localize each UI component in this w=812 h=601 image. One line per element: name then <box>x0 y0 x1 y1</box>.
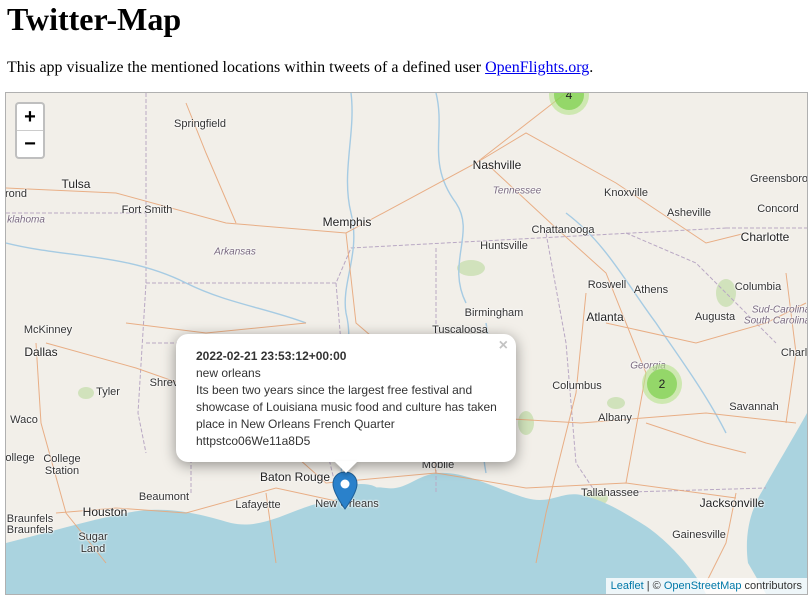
intro-text: This app visualize the mentioned locatio… <box>7 58 593 78</box>
popup-text: Its been two years since the largest fre… <box>196 383 497 448</box>
leaflet-link[interactable]: Leaflet <box>611 580 644 592</box>
attribution-separator: | © <box>643 580 664 592</box>
state-label-oklahoma: klahoma <box>7 214 45 226</box>
map-attribution: Leaflet | © OpenStreetMap contributors <box>605 578 807 594</box>
city-label-roswell: Roswell <box>587 279 627 291</box>
city-label-shrev: Shrev <box>149 377 179 389</box>
city-label-lafayette: Lafayette <box>235 499 281 511</box>
city-label-sugar-land: Sugar Land <box>78 531 108 555</box>
map[interactable]: Springfield Nashville Tennessee Greensbo… <box>5 92 808 595</box>
city-label-tallahassee: Tallahassee <box>580 487 640 499</box>
city-label-gainesville: Gainesville <box>672 529 726 541</box>
popup-place: new orleans <box>196 366 261 380</box>
intro-text-end: . <box>589 59 594 76</box>
zoom-control: + − <box>15 102 45 159</box>
city-label-waco: Waco <box>10 414 38 426</box>
city-label-charl: Charl <box>780 347 808 359</box>
popup-content: 2022-02-21 23:53:12+00:00 new orleans It… <box>196 348 502 450</box>
page-title: Twitter-Map <box>7 1 182 37</box>
state-label-arkansas: Arkansas <box>214 246 256 258</box>
city-label-braunfels-2: Braunfels <box>6 524 54 536</box>
city-label-athens: Athens <box>633 284 669 296</box>
city-label-rond: rond <box>5 188 28 200</box>
city-label-dallas: Dallas <box>24 345 58 359</box>
city-label-birmingham: Birmingham <box>464 307 524 319</box>
popup-date: 2022-02-21 23:53:12+00:00 <box>196 349 347 363</box>
city-label-concord: Concord <box>757 203 799 215</box>
city-label-jacksonville: Jacksonville <box>699 496 765 510</box>
zoom-in-button[interactable]: + <box>17 104 43 131</box>
city-label-tyler: Tyler <box>96 386 120 398</box>
intro-text-body: This app visualize the mentioned locatio… <box>7 59 486 76</box>
zoom-out-button[interactable]: − <box>17 131 43 157</box>
city-label-savannah: Savannah <box>729 401 779 413</box>
city-label-columbus: Columbus <box>552 380 602 392</box>
city-label-houston: Houston <box>82 505 128 519</box>
state-label-south-carolina: South Carolina <box>743 315 808 327</box>
cluster-count: 4 <box>554 93 584 110</box>
city-label-fort-smith: Fort Smith <box>121 204 173 216</box>
city-label-memphis: Memphis <box>322 215 372 229</box>
openstreetmap-link[interactable]: OpenStreetMap <box>664 580 742 592</box>
city-label-augusta: Augusta <box>694 311 736 323</box>
city-label-albany: Albany <box>598 412 632 424</box>
city-label-chattanooga: Chattanooga <box>531 224 595 236</box>
cluster-count: 2 <box>647 369 677 399</box>
city-label-knoxville: Knoxville <box>603 187 649 199</box>
city-label-columbia: Columbia <box>734 281 782 293</box>
city-label-baton-rouge: Baton Rouge <box>259 470 331 484</box>
city-label-mckinney: McKinney <box>23 324 73 336</box>
city-label-greensboro: Greensboro <box>749 173 808 185</box>
city-label-college-station: College Station <box>43 453 81 477</box>
city-label-college-partial: ollege <box>5 452 35 464</box>
attribution-contributors: contributors <box>741 580 802 592</box>
city-label-nashville: Nashville <box>472 158 522 172</box>
city-label-charlotte: Charlotte <box>740 230 790 244</box>
state-label-sud-carolina: Sud-Carolina <box>751 304 808 316</box>
city-label-springfield: Springfield <box>174 118 226 130</box>
state-label-tennessee: Tennessee <box>492 185 542 197</box>
map-pin-icon[interactable] <box>332 471 358 511</box>
city-label-atlanta: Atlanta <box>586 310 624 324</box>
map-popup: × 2022-02-21 23:53:12+00:00 new orleans … <box>176 334 516 462</box>
city-label-beaumont: Beaumont <box>138 491 190 503</box>
popup-tip <box>334 461 358 473</box>
openflights-link[interactable]: OpenFlights.org <box>485 59 589 76</box>
marker-cluster[interactable]: 2 <box>642 364 682 404</box>
city-label-asheville: Asheville <box>666 207 712 219</box>
city-label-huntsville: Huntsville <box>480 240 528 252</box>
city-label-tulsa: Tulsa <box>61 177 91 191</box>
